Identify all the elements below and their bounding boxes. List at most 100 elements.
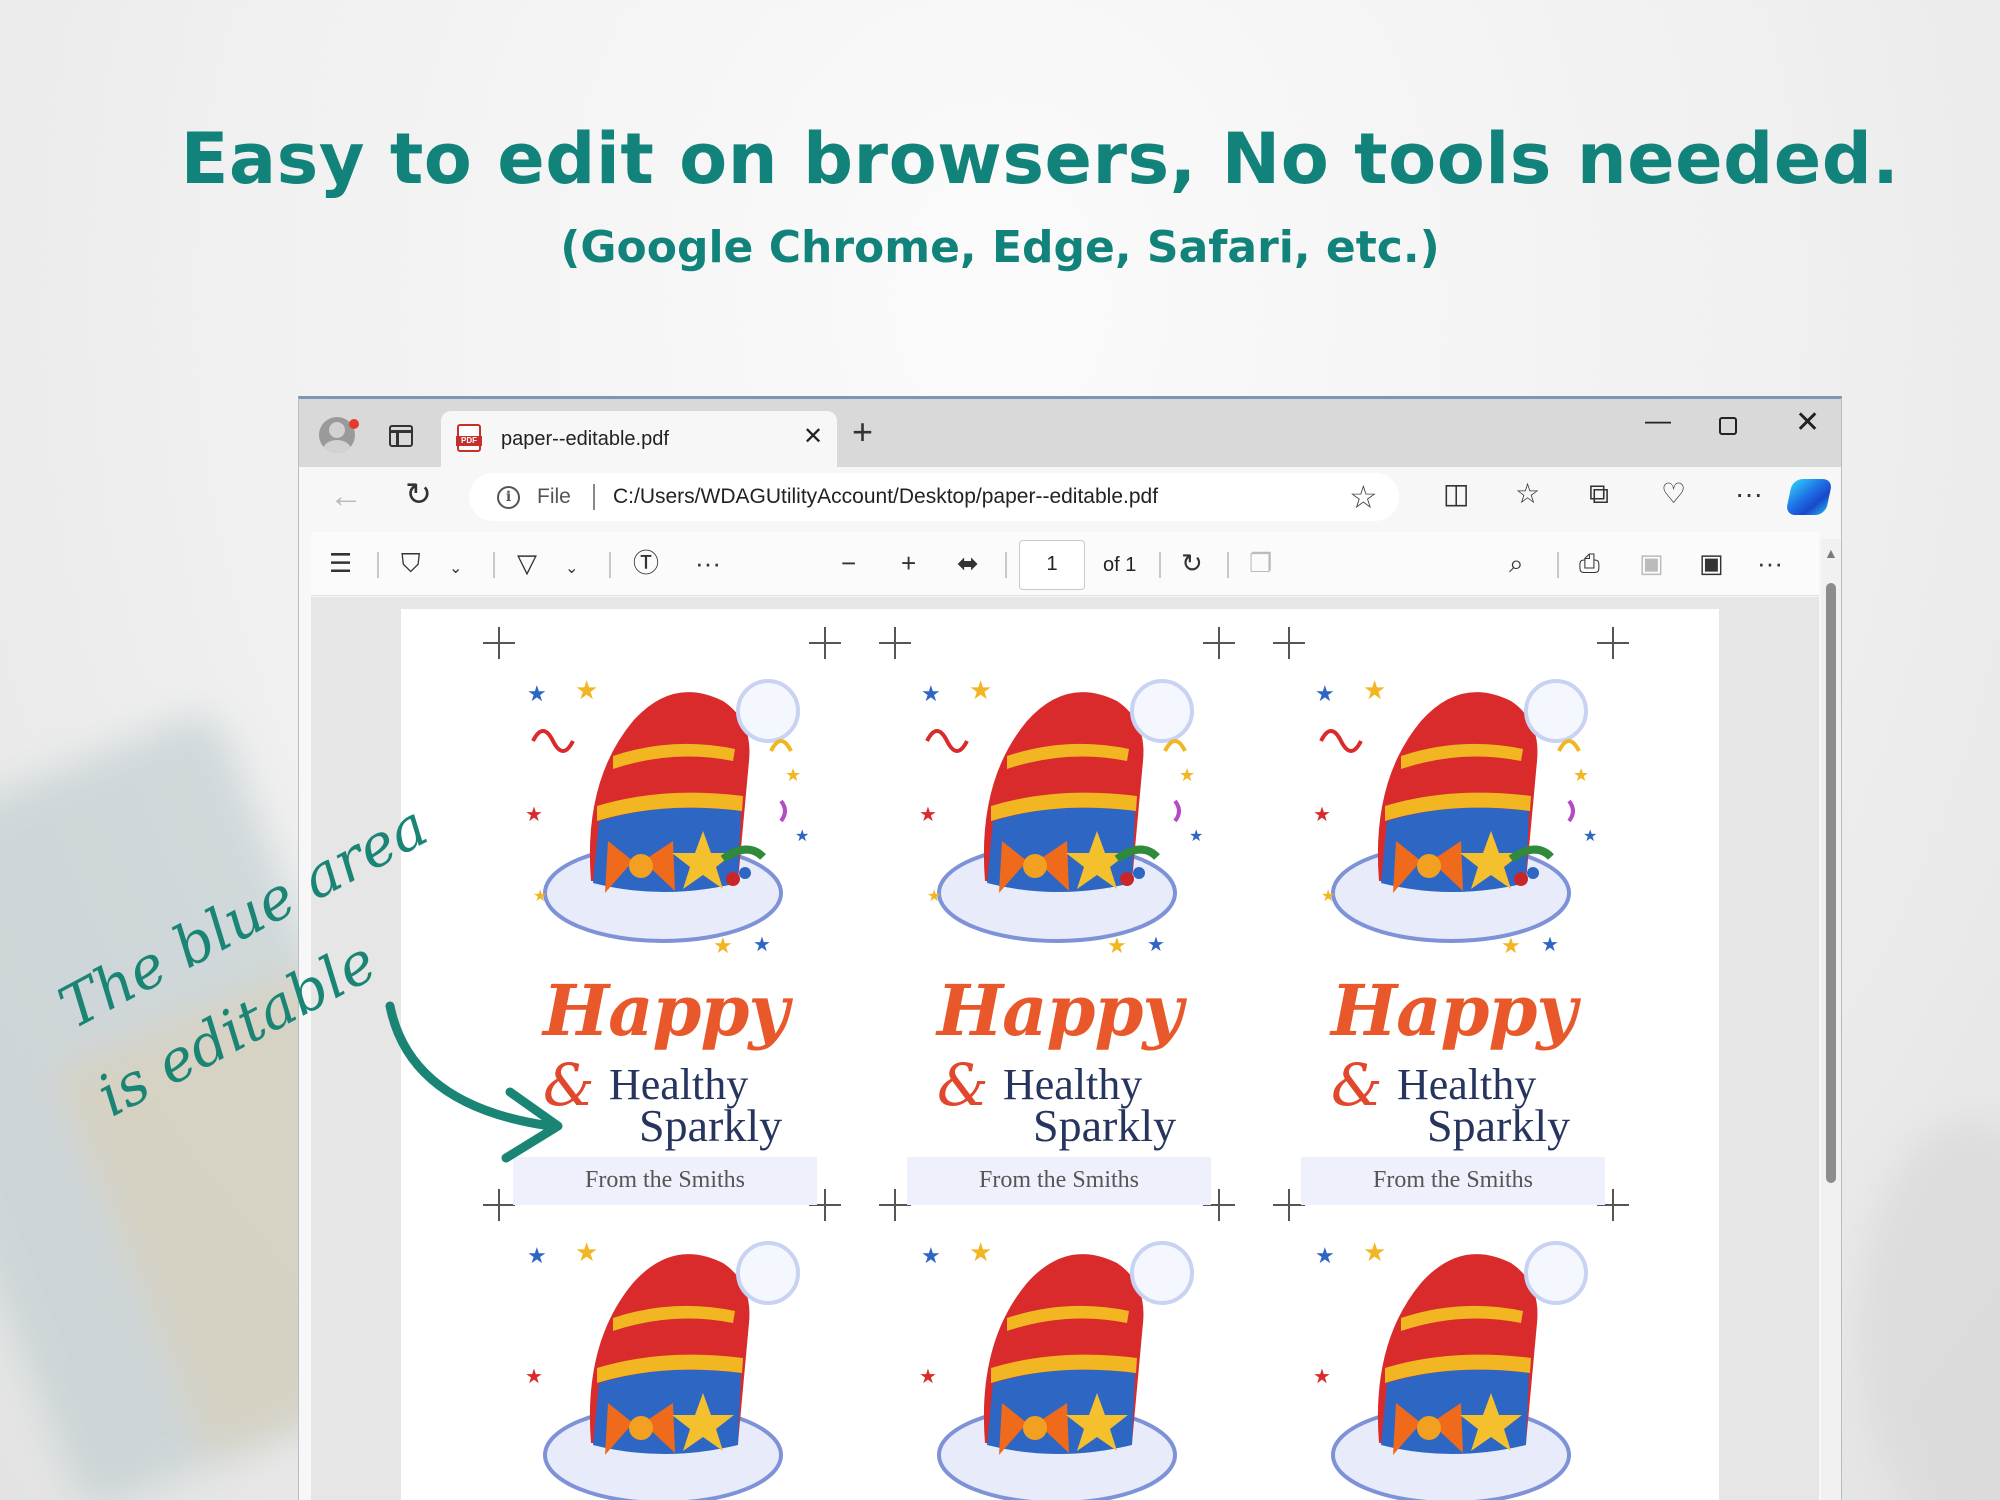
info-icon[interactable]: i (497, 486, 520, 509)
reload-icon[interactable]: ↻ (405, 475, 432, 513)
more-tools-icon[interactable]: ··· (695, 546, 721, 580)
svg-text:★: ★ (753, 934, 771, 956)
browser-window: PDF paper--editable.pdf ✕ + — ✕ ← ↻ i Fi… (298, 396, 1842, 1500)
notification-dot (349, 419, 359, 429)
svg-text:★: ★ (1147, 934, 1165, 956)
svg-text:★: ★ (575, 675, 598, 705)
collections-icon[interactable]: ⧉ (1589, 479, 1609, 509)
minimize-button[interactable]: — (1645, 405, 1671, 436)
card-title-sparkly: Sparkly (1427, 1100, 1571, 1151)
scroll-up-icon[interactable]: ▲ (1824, 545, 1838, 561)
scroll-thumb[interactable] (1826, 583, 1836, 1183)
close-window-button[interactable]: ✕ (1795, 405, 1820, 440)
party-hat-illustration: ★ ★ ★ ★ ★ ★ ★ ★ (919, 675, 1203, 958)
highlight-icon[interactable]: ⛉ (401, 546, 421, 580)
svg-text:★: ★ (1573, 765, 1589, 785)
party-hat-illustration: ★ ★ ★ (525, 1237, 800, 1500)
svg-text:★: ★ (527, 1243, 547, 1268)
svg-text:★: ★ (533, 888, 547, 905)
table-of-contents-icon[interactable]: ☰ (329, 546, 352, 580)
save-icon[interactable]: ▣ (1639, 546, 1664, 580)
svg-text:★: ★ (785, 765, 801, 785)
editable-name-field[interactable]: From the Smiths (1301, 1157, 1605, 1205)
toolbar-divider (609, 552, 611, 578)
fit-to-width-icon[interactable]: ⬌ (957, 546, 979, 580)
svg-text:★: ★ (919, 804, 937, 826)
party-hat-illustration: ★ ★ ★ (919, 1237, 1194, 1500)
greeting-card: ★ ★ ★ (513, 1223, 819, 1500)
crop-mark (483, 1189, 515, 1221)
svg-text:★: ★ (525, 1366, 543, 1388)
more-options-icon[interactable]: ··· (1757, 546, 1783, 580)
svg-text:★: ★ (1321, 888, 1335, 905)
card-title-happy: Happy (937, 969, 1183, 1052)
split-screen-icon[interactable]: ◫ (1443, 479, 1469, 509)
svg-text:★: ★ (1363, 675, 1386, 705)
card-title-happy: Happy (1331, 969, 1577, 1052)
tab-actions-icon[interactable] (389, 425, 413, 447)
pdf-page: ★ ★ ★ ★ ★ ★ ★ ★ Happy & Healthy Sparkly … (401, 609, 1719, 1500)
svg-text:★: ★ (527, 681, 547, 706)
new-tab-button[interactable]: + (852, 412, 873, 452)
search-icon[interactable]: ⌕ (1509, 546, 1524, 580)
card-title-sparkly: Sparkly (639, 1100, 783, 1151)
draw-icon[interactable]: ▽ (517, 546, 537, 580)
rotate-icon[interactable]: ↻ (1181, 546, 1203, 580)
url-text[interactable]: C:/Users/WDAGUtilityAccount/Desktop/pape… (613, 485, 1158, 509)
greeting-card: ★ ★ ★ (1301, 1223, 1607, 1500)
maximize-button[interactable] (1719, 417, 1737, 435)
page-view-icon[interactable]: ❐ (1249, 546, 1272, 580)
favorites-icon[interactable]: ☆ (1515, 479, 1540, 509)
address-bar[interactable]: i File C:/Users/WDAGUtilityAccount/Deskt… (469, 473, 1399, 521)
editable-name-field[interactable]: From the Smiths (907, 1157, 1211, 1205)
svg-text:★: ★ (795, 828, 809, 845)
svg-text:★: ★ (1501, 933, 1521, 958)
url-divider (593, 484, 595, 510)
crop-mark (1597, 627, 1629, 659)
toolbar-divider (1005, 552, 1007, 578)
svg-text:★: ★ (1541, 934, 1559, 956)
zoom-out-icon[interactable]: − (841, 546, 856, 580)
svg-text:★: ★ (1315, 681, 1335, 706)
address-bar-row: ← ↻ i File C:/Users/WDAGUtilityAccount/D… (299, 467, 1841, 529)
draw-dropdown-icon[interactable]: ⌄ (565, 552, 578, 586)
svg-text:★: ★ (1583, 828, 1597, 845)
more-options-icon[interactable]: ··· (1735, 479, 1763, 509)
party-hat-illustration: ★ ★ ★ ★ ★ ★ ★ ★ (525, 675, 809, 958)
highlight-dropdown-icon[interactable]: ⌄ (449, 552, 462, 586)
svg-text:★: ★ (1313, 1366, 1331, 1388)
tab-close-icon[interactable]: ✕ (803, 424, 823, 450)
tab-title: paper--editable.pdf (501, 428, 669, 450)
card-title-sparkly: Sparkly (1033, 1100, 1177, 1151)
svg-text:★: ★ (713, 933, 733, 958)
pdf-file-icon: PDF (456, 424, 482, 452)
back-arrow-icon[interactable]: ← (329, 477, 363, 516)
svg-text:★: ★ (921, 681, 941, 706)
crop-mark (1273, 627, 1305, 659)
copilot-icon[interactable] (1785, 479, 1833, 515)
tab-active[interactable]: PDF paper--editable.pdf ✕ (441, 411, 837, 467)
favorite-star-icon[interactable]: ☆ (1349, 478, 1378, 516)
card-ampersand: & (937, 1051, 989, 1119)
crop-mark (483, 627, 515, 659)
print-icon[interactable]: ⎙ (1579, 546, 1600, 580)
add-text-icon[interactable]: Ⓣ (633, 546, 659, 580)
svg-text:★: ★ (1313, 804, 1331, 826)
browser-essentials-icon[interactable]: ♡ (1661, 479, 1686, 509)
party-hat-illustration: ★ ★ ★ (1313, 1237, 1588, 1500)
svg-text:★: ★ (1107, 933, 1127, 958)
toolbar-divider (1557, 552, 1559, 578)
toolbar-divider (377, 552, 379, 578)
page-number-input[interactable]: 1 (1019, 540, 1085, 590)
toolbar-divider (1227, 552, 1229, 578)
pdf-toolbar: ☰ ⛉ ⌄ ▽ ⌄ Ⓣ ··· − + ⬌ 1 of 1 ↻ ❐ ⌕ ⎙ ▣ ▣… (311, 532, 1819, 596)
subheadline: (Google Chrome, Edge, Safari, etc.) (560, 222, 1440, 273)
vertical-scrollbar[interactable]: ▲ (1821, 539, 1841, 1500)
svg-text:★: ★ (969, 675, 992, 705)
svg-text:★: ★ (575, 1237, 598, 1267)
greeting-card: ★ ★ ★ ★ ★ ★ ★ ★ Happy & Healthy Sparkly … (1301, 661, 1607, 1209)
crop-mark (809, 627, 841, 659)
save-as-icon[interactable]: ▣ (1699, 546, 1724, 580)
headline: Easy to edit on browsers, No tools neede… (180, 118, 1900, 200)
zoom-in-icon[interactable]: + (901, 546, 916, 580)
